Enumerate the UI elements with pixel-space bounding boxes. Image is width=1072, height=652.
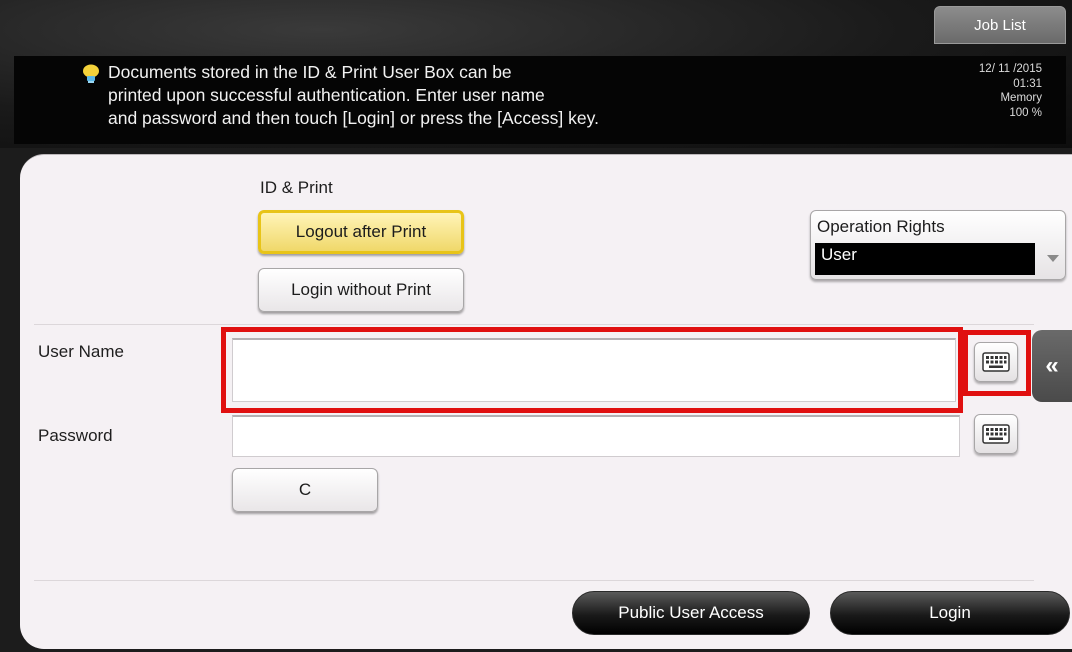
password-keyboard-button[interactable]: [974, 414, 1018, 454]
time-display: 01:31: [1013, 77, 1042, 90]
divider-bottom: [34, 580, 1034, 581]
keyboard-icon: [982, 424, 1010, 444]
login-button[interactable]: Login: [830, 591, 1070, 635]
job-list-button[interactable]: Job List: [934, 6, 1066, 44]
id-print-label: ID & Print: [260, 178, 333, 197]
operation-rights-label: Operation Rights: [817, 217, 945, 236]
message-line-2: printed upon successful authentication. …: [108, 85, 545, 105]
side-panel-toggle[interactable]: «: [1032, 330, 1072, 402]
chevron-down-icon[interactable]: [1047, 255, 1059, 262]
keyboard-button-highlight: [963, 330, 1031, 396]
operation-rights-dropdown[interactable]: Operation Rights User: [810, 210, 1066, 280]
clear-button[interactable]: C: [232, 468, 378, 512]
double-chevron-left-icon: «: [1045, 352, 1059, 379]
user-name-highlight: [221, 327, 963, 413]
lightbulb-icon: [83, 64, 99, 83]
instruction-message: Documents stored in the ID & Print User …: [108, 61, 808, 130]
login-without-print-button[interactable]: Login without Print: [258, 268, 464, 312]
date-display: 12/ 11 /2015: [978, 63, 1042, 75]
logout-after-print-button[interactable]: Logout after Print: [258, 210, 464, 254]
password-label: Password: [38, 426, 113, 445]
memory-label: Memory: [1000, 92, 1042, 104]
memory-value: 100 %: [1009, 106, 1042, 119]
operation-rights-value[interactable]: User: [815, 243, 1035, 275]
public-user-access-button[interactable]: Public User Access: [572, 591, 810, 635]
message-line-3: and password and then touch [Login] or p…: [108, 108, 599, 128]
divider-top: [34, 324, 1034, 325]
user-name-label: User Name: [38, 342, 124, 361]
device-status: 12/ 11 /2015 01:31 Memory 100 %: [902, 62, 1042, 120]
password-field[interactable]: [232, 415, 960, 457]
message-line-1: Documents stored in the ID & Print User …: [108, 62, 512, 82]
